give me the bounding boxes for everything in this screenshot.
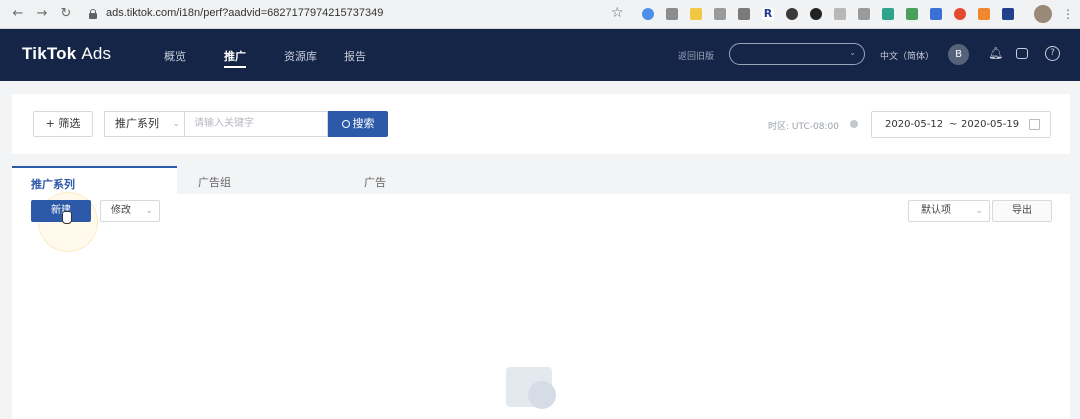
r-extension-icon[interactable]: R <box>762 8 774 20</box>
cloud-extension-icon[interactable] <box>642 8 654 20</box>
edit-label: 修改 <box>111 205 131 216</box>
help-icon[interactable]: ? <box>1045 46 1060 61</box>
bell-icon[interactable]: 🔔︎ <box>988 46 1003 61</box>
chevron-down-icon: ⌄ <box>849 48 856 57</box>
search-button-label: 搜索 <box>352 117 375 130</box>
extension-icon[interactable] <box>834 8 846 20</box>
chevron-down-icon: ⌄ <box>172 119 180 129</box>
date-end: 2020-05-19 <box>961 119 1020 130</box>
level-select[interactable]: 推广系列 ⌄ <box>104 111 184 137</box>
nav-active-indicator <box>224 66 246 68</box>
level-select-value: 推广系列 <box>115 117 159 130</box>
create-button[interactable]: 新建 <box>31 200 91 222</box>
export-button[interactable]: 导出 <box>992 200 1052 222</box>
timezone-label: 时区: UTC-08:00 <box>768 122 839 132</box>
extension-icon[interactable] <box>810 8 822 20</box>
chevron-down-icon: ⌄ <box>145 206 153 216</box>
notes-extension-icon[interactable] <box>690 8 702 20</box>
search-icon <box>341 120 350 128</box>
metamask-extension-icon[interactable] <box>978 8 990 20</box>
extension-icon[interactable] <box>882 8 894 20</box>
lock-icon <box>89 9 97 19</box>
inbox-icon[interactable] <box>1016 48 1028 59</box>
filter-bar: + 筛选 推广系列 ⌄ 请输入关键字 搜索 时区: UTC-08:00 2020… <box>12 94 1070 154</box>
extension-icon[interactable] <box>1002 8 1014 20</box>
calendar-icon <box>1029 119 1040 130</box>
nav-promotion[interactable]: 推广 <box>224 48 246 64</box>
extension-icon[interactable] <box>666 8 678 20</box>
nav-reports[interactable]: 报告 <box>344 48 366 64</box>
date-start: 2020-05-12 <box>885 119 944 130</box>
date-range-picker[interactable]: 2020-05-12 ~ 2020-05-19 <box>871 111 1051 138</box>
nav-overview[interactable]: 概览 <box>164 48 186 64</box>
edit-dropdown[interactable]: 修改 ⌄ <box>100 200 160 222</box>
date-separator: ~ <box>949 119 958 130</box>
tab-campaigns[interactable]: 推广系列 <box>12 166 177 194</box>
nav-assets[interactable]: 资源库 <box>284 48 317 64</box>
back-icon[interactable]: ← <box>10 6 26 22</box>
code-extension-icon[interactable] <box>738 8 750 20</box>
account-selector[interactable]: ⌄ <box>729 43 865 65</box>
tiktok-ads-logo[interactable]: TikTok Ads <box>22 44 111 64</box>
browser-menu-icon[interactable]: ⋮ <box>1062 6 1074 22</box>
extension-icon[interactable] <box>714 8 726 20</box>
extension-icon[interactable] <box>954 8 966 20</box>
user-avatar[interactable]: B <box>948 44 969 65</box>
chevron-down-icon: ⌄ <box>975 206 983 216</box>
extension-icon[interactable] <box>786 8 798 20</box>
return-old-version-link[interactable]: 返回旧版 <box>678 49 714 62</box>
translate-extension-icon[interactable] <box>930 8 942 20</box>
browser-toolbar: ← → ↻ ads.tiktok.com/i18n/perf?aadvid=68… <box>0 0 1080 29</box>
search-input[interactable]: 请输入关键字 <box>184 111 328 137</box>
address-bar[interactable]: ads.tiktok.com/i18n/perf?aadvid=68271779… <box>106 7 383 19</box>
language-selector[interactable]: 中文（简体） <box>880 49 934 62</box>
forward-icon[interactable]: → <box>34 6 50 22</box>
reload-icon[interactable]: ↻ <box>58 6 74 22</box>
hand-cursor-icon <box>62 211 72 224</box>
column-preset-label: 默认项 <box>921 205 951 216</box>
profile-avatar[interactable] <box>1034 5 1052 23</box>
bookmark-star-icon[interactable]: ☆ <box>611 5 624 21</box>
search-button[interactable]: 搜索 <box>328 111 388 137</box>
column-preset-dropdown[interactable]: 默认项 ⌄ <box>908 200 990 222</box>
extension-icon[interactable] <box>906 8 918 20</box>
campaign-table-panel: 新建 修改 ⌄ 默认项 ⌄ 导出 <box>12 192 1070 419</box>
logo-brand: TikTok <box>22 44 77 63</box>
extension-icon[interactable] <box>858 8 870 20</box>
logo-suffix: Ads <box>81 44 112 63</box>
filter-button[interactable]: + 筛选 <box>33 111 93 137</box>
empty-state-illustration <box>502 359 562 419</box>
info-icon[interactable] <box>850 120 858 128</box>
app-header: TikTok Ads 概览 推广 资源库 报告 返回旧版 ⌄ 中文（简体） B … <box>0 29 1080 81</box>
